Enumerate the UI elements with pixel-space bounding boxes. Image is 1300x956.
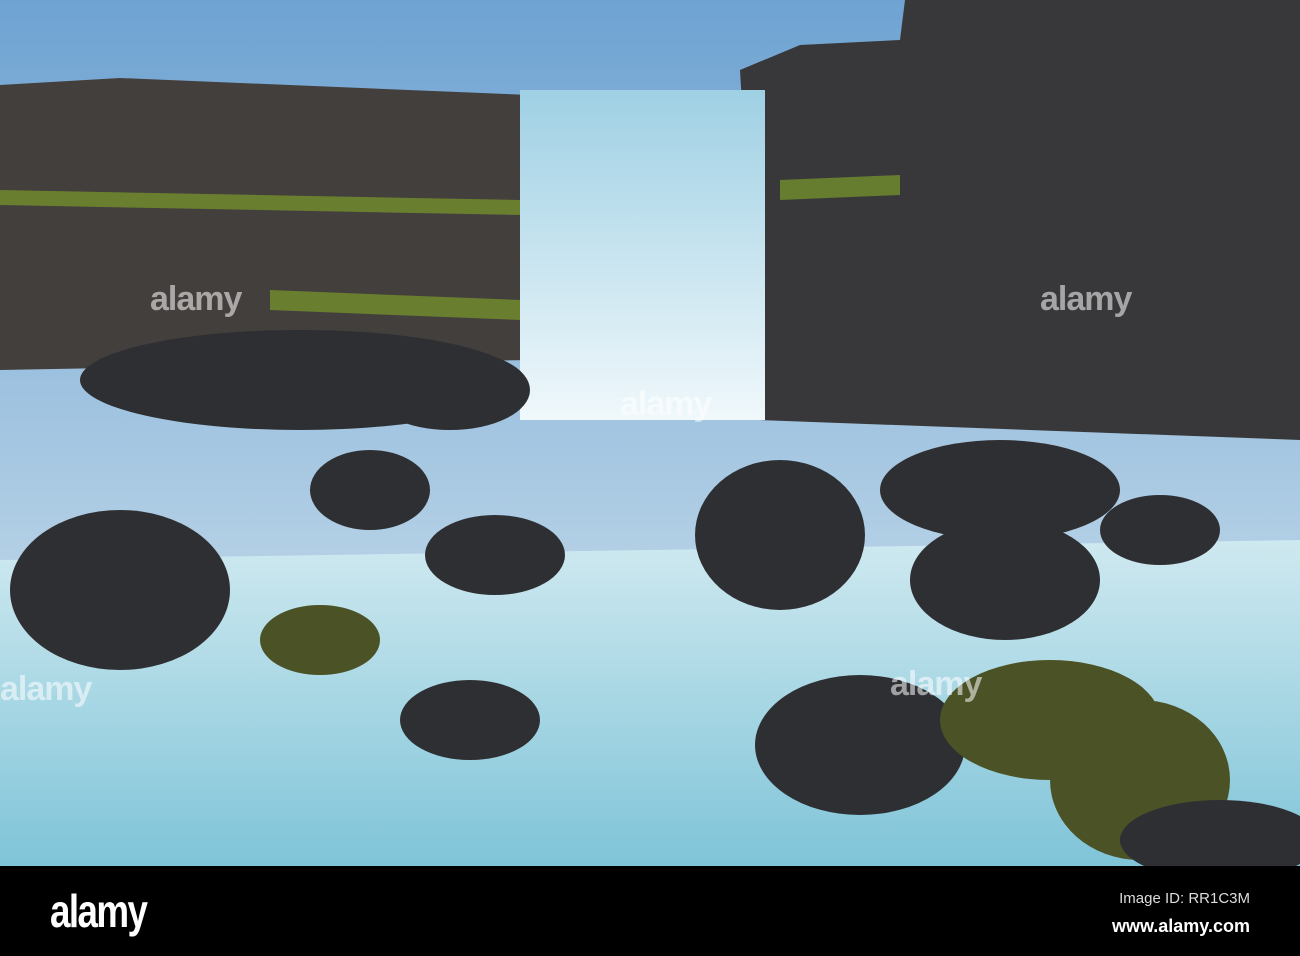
watermark: alamy [0, 670, 92, 708]
watermark: alamy [890, 665, 982, 703]
site-url: www.alamy.com [1111, 916, 1250, 936]
waterfall-photo [0, 0, 1300, 866]
watermark: alamy [150, 280, 242, 318]
alamy-logo: alamy [50, 885, 148, 937]
watermark: alamy [1040, 280, 1132, 318]
watermark: alamy [620, 385, 712, 423]
footer-bar: alamy Image ID: RR1C3M www.alamy.com [0, 866, 1300, 956]
waterfall [520, 90, 765, 420]
image-id: Image ID: RR1C3M [1119, 890, 1250, 907]
stock-photo-page: alamy alamy alamy alamy alamy alamy Imag… [0, 0, 1300, 956]
right-cliff [740, 0, 1300, 440]
left-cliff [0, 78, 530, 370]
